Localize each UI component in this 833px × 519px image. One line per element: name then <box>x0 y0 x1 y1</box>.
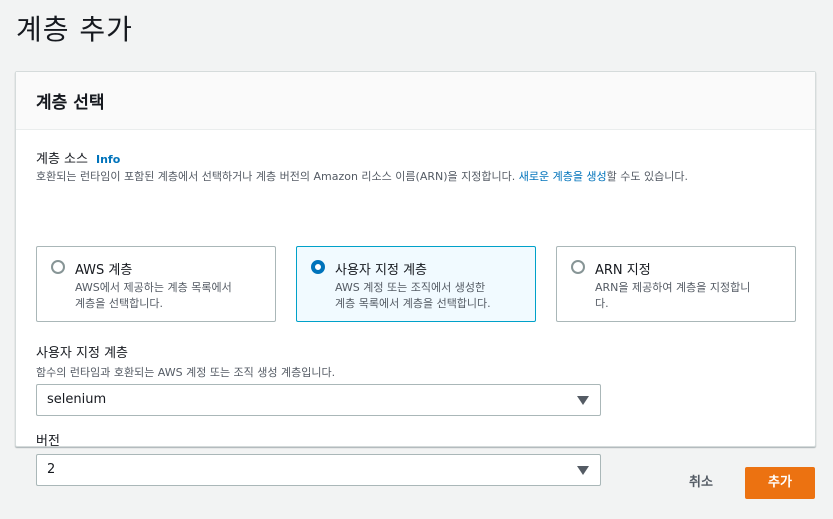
caret-down-icon <box>577 396 589 405</box>
info-link[interactable]: Info <box>96 153 120 166</box>
tile-aws-layer-desc-line2: 계층을 선택합니다. <box>75 297 163 310</box>
caret-down-icon <box>577 466 589 475</box>
tile-custom-layer-desc-line2: 계층 목록에서 계층을 선택합니다. <box>335 297 491 310</box>
custom-layer-select[interactable]: selenium <box>36 384 601 416</box>
layer-source-desc-suffix: 할 수도 있습니다. <box>606 170 689 183</box>
custom-layer-select-value: selenium <box>47 392 107 407</box>
panel-title: 계층 선택 <box>36 93 105 113</box>
tile-aws-layer[interactable]: AWS 계층 AWS에서 제공하는 계층 목록에서 계층을 선택합니다. <box>36 246 276 322</box>
custom-layer-label: 사용자 지정 계층 <box>36 346 128 361</box>
layer-source-label: 계층 소스 <box>36 152 88 167</box>
page-title: 계층 추가 <box>16 13 133 46</box>
version-label: 버전 <box>36 434 60 449</box>
version-select-value: 2 <box>47 462 56 477</box>
version-select[interactable]: 2 <box>36 454 601 486</box>
radio-aws-layer[interactable] <box>51 260 65 274</box>
tile-custom-layer[interactable]: 사용자 지정 계층 AWS 계정 또는 조직에서 생성한 계층 목록에서 계층을… <box>296 246 536 322</box>
panel-header: 계층 선택 <box>16 72 815 130</box>
tile-custom-layer-title: 사용자 지정 계층 <box>335 263 427 278</box>
layer-source-description: 호환되는 런타임이 포함된 계층에서 선택하거나 계층 버전의 Amazon 리… <box>36 168 688 184</box>
create-layer-link[interactable]: 새로운 계층을 생성 <box>519 170 607 183</box>
tile-arn-desc-line2: 다. <box>595 297 609 310</box>
layer-selection-panel: 계층 선택 계층 소스 Info 호환되는 런타임이 포함된 계층에서 선택하거나… <box>15 71 816 486</box>
tile-aws-layer-title: AWS 계층 <box>75 263 133 278</box>
layer-source-desc-text: 호환되는 런타임이 포함된 계층에서 선택하거나 계층 버전의 Amazon 리… <box>36 170 519 183</box>
radio-arn[interactable] <box>571 260 585 274</box>
tile-custom-layer-desc-line1: AWS 계정 또는 조직에서 생성한 <box>335 281 486 294</box>
custom-layer-description: 함수의 런타임과 호환되는 AWS 계정 또는 조직 생성 계층입니다. <box>36 366 336 379</box>
tile-arn[interactable]: ARN 지정 ARN을 제공하여 계층을 지정합니 다. <box>556 246 796 322</box>
add-button[interactable]: 추가 <box>745 467 815 499</box>
radio-custom-layer[interactable] <box>311 260 325 274</box>
layer-source-label-row: 계층 소스 Info <box>36 148 120 167</box>
tile-arn-title: ARN 지정 <box>595 263 651 278</box>
cancel-button[interactable]: 취소 <box>676 467 726 499</box>
tile-aws-layer-desc-line1: AWS에서 제공하는 계층 목록에서 <box>75 281 232 294</box>
tile-arn-desc-line1: ARN을 제공하여 계층을 지정합니 <box>595 281 751 294</box>
